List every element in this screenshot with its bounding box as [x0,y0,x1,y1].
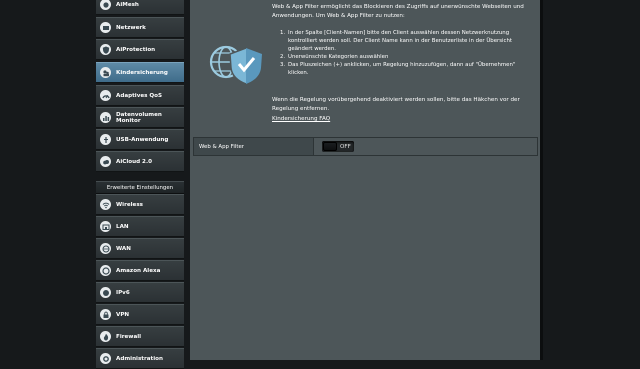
sidebar-item-vpn[interactable]: VPN [96,304,184,325]
alexa-icon [100,265,111,276]
sidebar-item-amazon-alexa[interactable]: Amazon Alexa [96,260,184,281]
sidebar-item-label: USB-Anwendung [116,136,169,143]
cloud-icon [100,156,111,167]
sidebar-item-label: Kindersicherung [116,69,168,76]
sidebar-item-label: Amazon Alexa [116,267,161,274]
sidebar-item-ipv6[interactable]: IPv6 [96,282,184,303]
step-text: Das Pluszeichen (+) anklicken, um Regelu… [288,62,516,77]
instruction-steps: 1. In der Spalte [Client-Namen] bitte den… [280,29,528,78]
sidebar-item-wireless[interactable]: Wireless [96,194,184,215]
network-icon [100,22,111,33]
web-filter-globe-shield-icon [208,40,264,86]
web-app-filter-row: Web & App Filter OFF [193,137,538,156]
firewall-icon [100,331,111,342]
step-number: 1. [280,30,286,36]
sidebar-item-aimesh[interactable]: AiMesh [96,0,184,15]
parental-control-icon [100,67,111,78]
note-text: Wenn die Regelung vorübergehend deaktivi… [272,97,520,112]
sidebar-item-label: Administration [116,355,163,362]
sidebar-item-firewall[interactable]: Firewall [96,326,184,347]
sidebar-item-wan[interactable]: WAN [96,238,184,259]
sidebar-item-label: AiMesh [116,1,139,8]
sidebar-item-label: Datenvolumen Monitor [116,111,162,124]
instruction-step: 1. In der Spalte [Client-Namen] bitte den… [280,29,528,53]
instruction-step: 2. Unerwünschte Kategorien auswählen [280,53,528,61]
wan-icon [100,243,111,254]
sidebar: AiMesh Netzwerk AiProtection Kindersicherun… [96,0,184,369]
instruction-step: 3. Das Pluszeichen (+) anklicken, um Rege… [280,61,528,77]
sidebar-item-kindersicherung[interactable]: Kindersicherung [96,62,184,83]
sidebar-item-administration[interactable]: Administration [96,348,184,369]
sidebar-item-label: Netzwerk [116,24,146,31]
traffic-monitor-icon [100,112,111,123]
toggle-knob[interactable] [323,142,337,151]
sidebar-item-label: AiProtection [116,46,156,53]
step-number: 2. [280,54,286,61]
sidebar-item-label: Wireless [116,201,144,208]
sidebar-item-label: WAN [116,245,131,252]
step-number: 3. [280,62,286,69]
sidebar-item-datenvolumen-monitor[interactable]: Datenvolumen Monitor [96,107,184,128]
step-text: Unerwünschte Kategorien auswählen [288,54,389,61]
sidebar-item-usb-anwendung[interactable]: USB-Anwendung [96,129,184,150]
sidebar-item-adaptives-qos[interactable]: Adaptives QoS [96,85,184,106]
sidebar-item-label: Adaptives QoS [116,92,163,99]
lan-icon [100,221,111,232]
sidebar-item-aicloud-2-0[interactable]: AiCloud 2.0 [96,151,184,172]
advanced-settings-header: Erweiterte Einstellungen [96,181,184,194]
setting-label: Web & App Filter [194,138,314,155]
faq-link[interactable]: Kindersicherung FAQ [272,116,330,122]
web-app-filter-toggle[interactable]: OFF [322,141,354,152]
page-edge [540,0,543,360]
wireless-icon [100,199,111,210]
main-panel: Web & App Filter ermöglicht das Blockier… [190,0,540,360]
sidebar-item-label: VPN [116,311,130,318]
sidebar-item-label: LAN [116,223,129,230]
sidebar-item-lan[interactable]: LAN [96,216,184,237]
qos-icon [100,90,111,101]
sidebar-item-label: IPv6 [116,289,130,296]
sidebar-item-label: AiCloud 2.0 [116,158,152,165]
sidebar-item-netzwerk[interactable]: Netzwerk [96,17,184,38]
mesh-icon [100,0,111,10]
toggle-state-label: OFF [340,143,351,150]
vpn-icon [100,309,111,320]
admin-icon [100,353,111,364]
sidebar-item-aiprotection[interactable]: AiProtection [96,39,184,60]
intro-text: Web & App Filter ermöglicht das Blockier… [272,4,524,19]
shield-icon [100,44,111,55]
ipv6-icon [100,287,111,298]
usb-icon [100,134,111,145]
setting-value: OFF [314,138,537,155]
sidebar-item-label: Firewall [116,333,142,340]
step-text: In der Spalte [Client-Namen] bitte den C… [288,30,513,53]
